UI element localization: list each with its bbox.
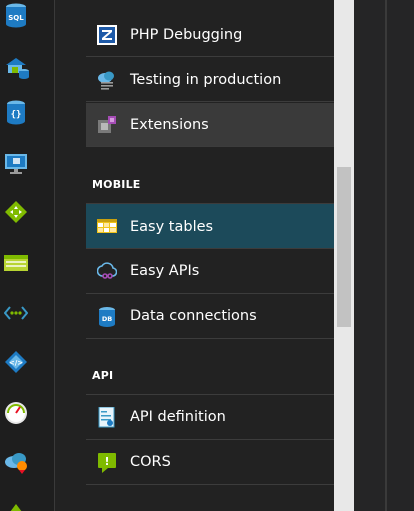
- settings-blade: PHP Debugging Testing in production Exte…: [55, 0, 334, 511]
- api-definition-icon: [97, 407, 117, 428]
- menu-item-label: Easy tables: [130, 219, 214, 235]
- virtual-machine-icon[interactable]: [4, 152, 28, 176]
- menu-item-data-connections[interactable]: DB Data connections: [86, 294, 334, 339]
- scrollbar-track[interactable]: [334, 0, 354, 511]
- menu-item-label: Easy APIs: [130, 263, 200, 279]
- svg-text:</>: </>: [9, 359, 23, 367]
- content-pane: [354, 0, 414, 511]
- cors-icon-glyph: !: [104, 455, 109, 468]
- menu-item-api-definition[interactable]: API definition: [86, 394, 334, 440]
- menu-item-label: API definition: [130, 409, 226, 425]
- extensions-icon: [97, 115, 117, 135]
- menu-item-label: Testing in production: [130, 72, 282, 88]
- menu-item-label: PHP Debugging: [130, 27, 243, 43]
- scrollbar-thumb[interactable]: [337, 167, 351, 327]
- easy-apis-icon: [97, 261, 117, 281]
- sql-database-icon[interactable]: SQL: [4, 3, 28, 28]
- php-debugging-icon: [97, 25, 117, 45]
- connections-icon[interactable]: [4, 303, 28, 327]
- svg-text:{}: {}: [11, 110, 22, 120]
- testing-in-production-icon: [97, 70, 117, 90]
- partial-green-icon[interactable]: [4, 500, 28, 511]
- menu-item-easy-tables[interactable]: Easy tables: [86, 203, 334, 249]
- cors-icon: !: [97, 452, 117, 473]
- data-connections-icon: DB: [97, 306, 117, 327]
- monitor-gauge-icon[interactable]: [4, 401, 28, 425]
- cosmos-db-icon[interactable]: {}: [4, 100, 28, 125]
- app-window: SQL {} </> PHP Debugging Testing in prod…: [0, 0, 414, 511]
- pane-divider[interactable]: [385, 0, 387, 511]
- section-header-api: API: [92, 369, 114, 382]
- menu-item-label: CORS: [130, 454, 171, 470]
- menu-item-label: Data connections: [130, 308, 257, 324]
- sql-icon-text: SQL: [8, 14, 24, 22]
- section-header-mobile: MOBILE: [92, 178, 141, 191]
- app-service-environment-icon[interactable]: [4, 55, 29, 79]
- cloud-badge-icon[interactable]: [4, 450, 28, 474]
- menu-item-easy-apis[interactable]: Easy APIs: [86, 249, 334, 294]
- db-badge-text: DB: [102, 315, 112, 323]
- menu-item-label: Extensions: [130, 117, 209, 133]
- menu-item-php-debugging[interactable]: PHP Debugging: [86, 13, 334, 57]
- api-management-icon[interactable]: [4, 200, 28, 224]
- storage-table-icon[interactable]: [4, 253, 28, 277]
- logic-app-icon[interactable]: </>: [4, 350, 28, 374]
- menu-item-testing-in-production[interactable]: Testing in production: [86, 58, 334, 102]
- service-icon-rail: SQL {} </>: [0, 0, 55, 511]
- easy-tables-icon: [97, 216, 117, 236]
- menu-item-extensions[interactable]: Extensions: [86, 103, 334, 147]
- menu-item-cors[interactable]: ! CORS: [86, 440, 334, 485]
